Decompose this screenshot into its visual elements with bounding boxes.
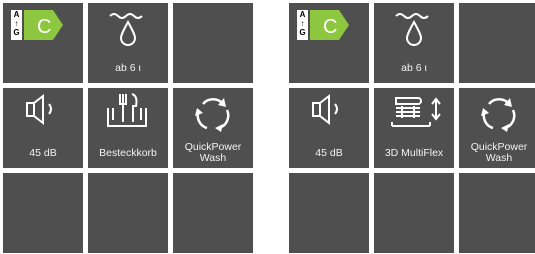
water-label: ab 6 ι [401, 62, 427, 74]
empty-tile [459, 3, 535, 83]
noise-label: 45 dB [315, 147, 343, 159]
empty-tile [173, 3, 253, 83]
noise-label: 45 dB [29, 147, 57, 159]
empty-tile [88, 173, 168, 253]
empty-tile [459, 173, 535, 253]
feature-grid-right: A ↑ G C ab 6 ι 45 dB 3D MultiFlex QuickP… [289, 3, 535, 253]
energy-class-icon: C [24, 10, 63, 40]
quickpower-label-line2: Wash [485, 152, 513, 164]
energy-class-letter: C [323, 16, 337, 38]
quickpower-label-line2: Wash [199, 152, 227, 164]
quickpower-wash-label: QuickPower Wash [173, 142, 253, 164]
multiflex-label: 3D MultiFlex [384, 147, 444, 159]
noise-level-tile: 45 dB [3, 88, 83, 168]
feature-grid-left: A ↑ G C ab 6 ι 45 dB Besteckkorb QuickPo… [3, 3, 253, 253]
empty-tile [3, 173, 83, 253]
quickpower-wash-tile: QuickPower Wash [173, 88, 253, 168]
quickpower-wash-label: QuickPower Wash [459, 142, 535, 164]
energy-class-icon: C [310, 10, 349, 40]
water-label: ab 6 ι [115, 62, 141, 74]
cutlery-basket-tile: Besteckkorb [88, 88, 168, 168]
cutlery-basket-label: Besteckkorb [99, 147, 157, 159]
multiflex-tile: 3D MultiFlex [374, 88, 454, 168]
water-consumption-tile: ab 6 ι [88, 3, 168, 83]
energy-class-tile: A ↑ G C [3, 3, 83, 83]
empty-tile [374, 173, 454, 253]
energy-class-tile: A ↑ G C [289, 3, 369, 83]
water-consumption-tile: ab 6 ι [374, 3, 454, 83]
quickpower-wash-tile: QuickPower Wash [459, 88, 535, 168]
noise-level-tile: 45 dB [289, 88, 369, 168]
empty-tile [173, 173, 253, 253]
empty-tile [289, 173, 369, 253]
energy-class-letter: C [37, 16, 51, 38]
